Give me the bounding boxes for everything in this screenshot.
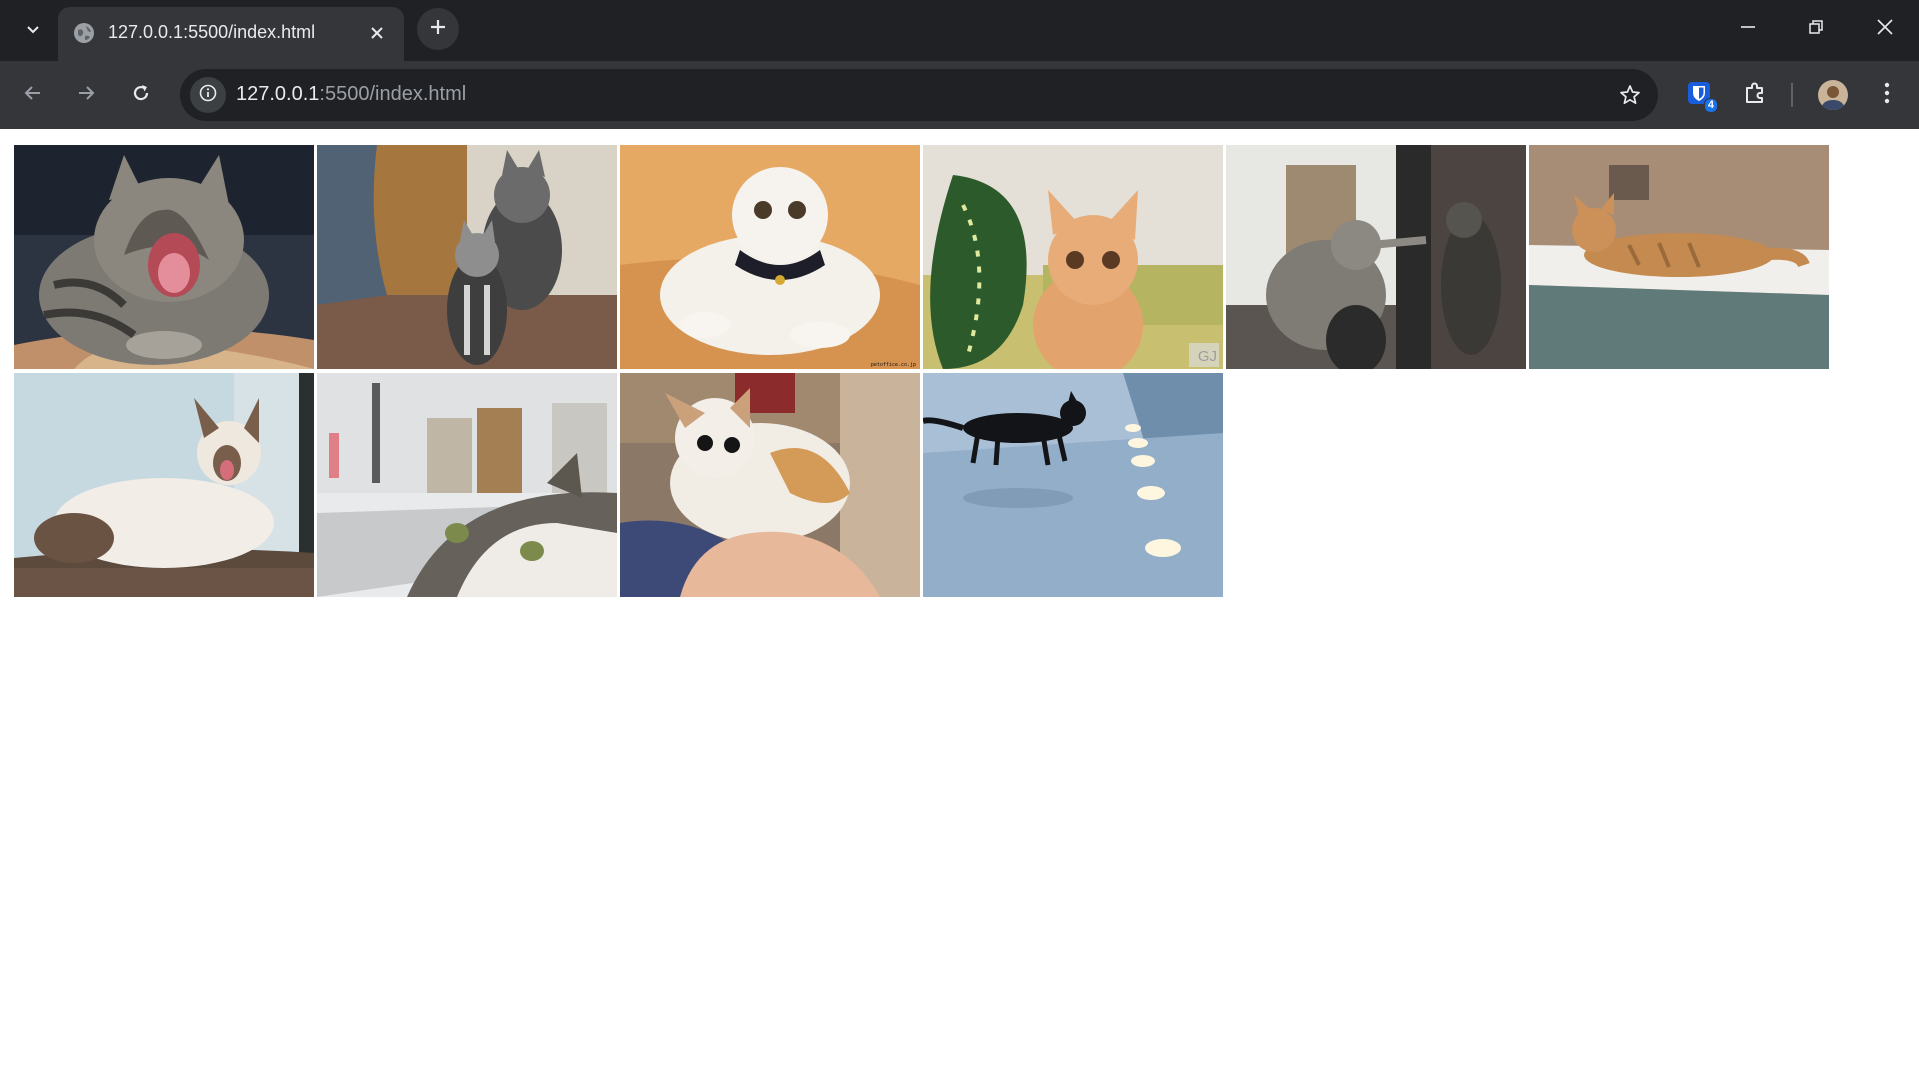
toolbar: 127.0.0.1:5500/index.html 4 xyxy=(0,61,1919,129)
photo-watermark: GJ xyxy=(1197,348,1217,365)
chevron-down-icon xyxy=(25,21,41,42)
photo-watermark: petoffice.co.jp xyxy=(870,362,916,368)
chrome-menu-button[interactable] xyxy=(1868,76,1906,114)
reload-icon xyxy=(131,83,151,108)
globe-icon xyxy=(72,21,96,45)
restore-icon xyxy=(1808,19,1824,40)
arrow-right-icon xyxy=(76,83,96,108)
forward-button[interactable] xyxy=(67,76,105,114)
puzzle-icon xyxy=(1743,81,1767,110)
site-info-button[interactable] xyxy=(190,77,226,113)
cat-image-gallery: petoffice.co.jp GJ xyxy=(14,145,1844,597)
tab-title: 127.0.0.1:5500/index.html xyxy=(108,22,316,42)
url-host: 127.0.0.1 xyxy=(236,83,320,105)
reload-button[interactable] xyxy=(122,76,160,114)
active-tab[interactable]: 127.0.0.1:5500/index.html xyxy=(58,7,404,61)
more-vertical-icon xyxy=(1884,82,1890,109)
back-button[interactable] xyxy=(14,76,52,114)
extension-badge: 4 xyxy=(1703,98,1718,113)
tab-strip: 127.0.0.1:5500/index.html xyxy=(0,0,1919,61)
cat-photo xyxy=(14,145,314,369)
new-tab-button[interactable] xyxy=(417,8,459,50)
extensions-button[interactable] xyxy=(1736,76,1774,114)
cat-photo xyxy=(620,373,920,597)
address-bar[interactable]: 127.0.0.1:5500/index.html xyxy=(180,69,1658,121)
cat-photo xyxy=(317,145,617,369)
arrow-left-icon xyxy=(23,83,43,108)
close-tab-icon[interactable] xyxy=(364,20,390,46)
restore-button[interactable] xyxy=(1782,0,1850,58)
toolbar-divider xyxy=(1791,83,1793,107)
url-text: 127.0.0.1:5500/index.html xyxy=(236,83,466,106)
profile-avatar[interactable] xyxy=(1818,80,1848,110)
cat-photo: petoffice.co.jp xyxy=(620,145,920,369)
cat-photo xyxy=(923,373,1223,597)
cat-photo xyxy=(317,373,617,597)
cat-photo xyxy=(14,373,314,597)
cat-photo xyxy=(1529,145,1829,369)
page-content: petoffice.co.jp GJ xyxy=(0,129,1919,1079)
tab-search-button[interactable] xyxy=(16,14,50,48)
cat-photo: GJ xyxy=(923,145,1223,369)
url-path: :5500/index.html xyxy=(319,83,467,105)
cat-photo xyxy=(1226,145,1526,369)
info-icon xyxy=(199,84,217,107)
minimize-button[interactable] xyxy=(1714,0,1782,58)
plus-icon xyxy=(429,18,447,41)
bitwarden-extension-button[interactable]: 4 xyxy=(1680,76,1718,114)
minimize-icon xyxy=(1740,19,1756,40)
bookmark-star-icon[interactable] xyxy=(1616,81,1644,109)
close-window-button[interactable] xyxy=(1851,0,1919,58)
close-icon xyxy=(1876,18,1894,41)
